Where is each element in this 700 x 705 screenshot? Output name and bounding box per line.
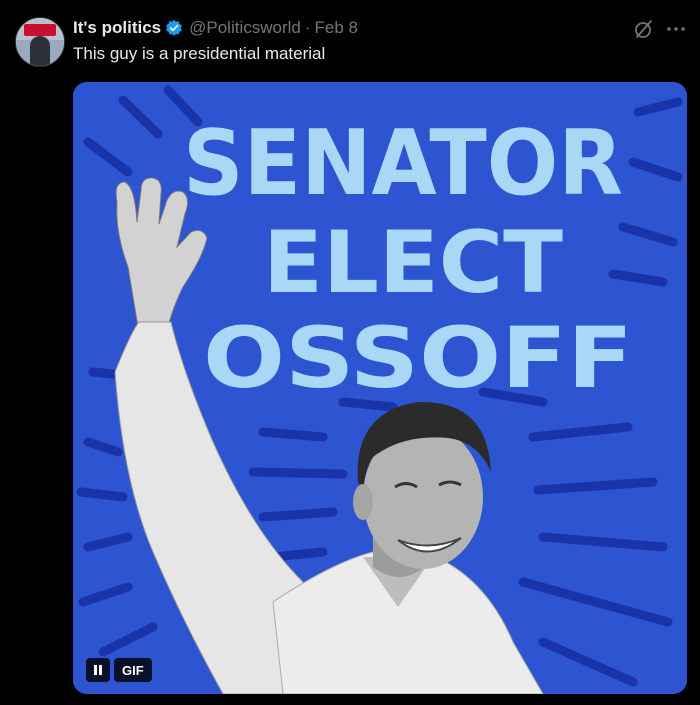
headline-line-2: ELECT [263, 213, 563, 313]
tweet-header: It's politics @Politicsworld · Feb 8 [73, 16, 358, 40]
avatar[interactable] [15, 17, 65, 67]
pause-button[interactable] [86, 658, 110, 682]
more-options-icon[interactable] [664, 18, 688, 40]
gif-badge: GIF [114, 658, 152, 682]
author-handle[interactable]: @Politicsworld [189, 18, 301, 38]
headline-line-1: SENATOR [183, 111, 623, 216]
headline-line-3: OSSOFF [203, 309, 633, 407]
grok-icon[interactable] [633, 18, 655, 40]
pause-icon [94, 665, 102, 675]
gif-frame: SENATOR ELECT OSSOFF [73, 82, 687, 694]
gif-controls: GIF [86, 658, 152, 682]
verified-badge-icon [165, 19, 183, 37]
separator: · [304, 18, 311, 37]
tweet-date[interactable]: Feb 8 [315, 18, 358, 38]
tweet-text: This guy is a presidential material [73, 44, 326, 63]
author-name[interactable]: It's politics [73, 18, 161, 38]
tweet-media-gif[interactable]: SENATOR ELECT OSSOFF [73, 82, 687, 694]
tweet[interactable]: It's politics @Politicsworld · Feb 8 Thi… [0, 0, 700, 705]
